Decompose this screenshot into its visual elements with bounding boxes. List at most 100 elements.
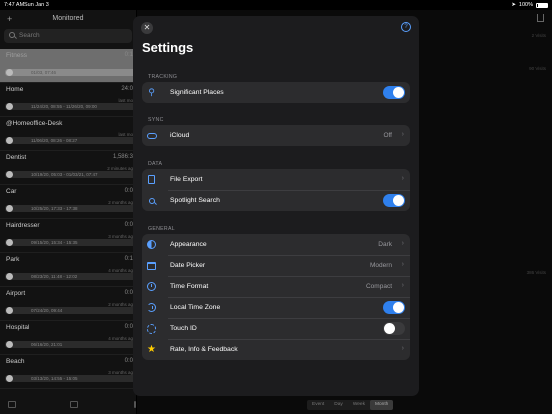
row-detail: Modern xyxy=(369,262,392,269)
row-label: iCloud xyxy=(170,132,190,139)
list-item[interactable]: Car 0:0 2 months ag 10/25/20, 17:33 - 17… xyxy=(0,185,136,219)
significant-places-toggle[interactable] xyxy=(383,86,405,99)
row-label: File Export xyxy=(170,176,203,183)
list-item[interactable]: Hairdresser 0:0 3 months ag 09/15/20, 15… xyxy=(0,219,136,253)
help-button[interactable]: ? xyxy=(401,22,411,32)
place-name: Park xyxy=(6,256,20,263)
chart-icon[interactable] xyxy=(70,401,78,408)
chevron-right-icon: › xyxy=(401,240,404,247)
place-duration: 0:0 xyxy=(124,188,133,194)
close-button[interactable]: ✕ xyxy=(141,22,153,34)
row-rate-info-feedback[interactable]: ★ Rate, Info & Feedback › xyxy=(142,339,410,360)
status-date: Sun Jan 3 xyxy=(24,2,49,8)
place-dates: 03/13/20, 14:55 - 15:05 xyxy=(31,376,78,381)
appearance-icon xyxy=(145,238,158,251)
list-item[interactable]: Airport 0:0 2 months ag 07/24/20, 09:44 xyxy=(0,287,136,321)
upload-icon[interactable] xyxy=(8,401,16,408)
row-label: Appearance xyxy=(170,241,207,248)
row-local-time-zone[interactable]: Local Time Zone xyxy=(142,297,410,318)
list-item[interactable]: Home 24:0 last mo 11/24/20, 08:55 - 11/2… xyxy=(0,83,136,117)
visits-label: 386 Visits xyxy=(526,270,546,275)
row-label: Rate, Info & Feedback xyxy=(170,346,238,353)
place-duration: 0:1 xyxy=(124,52,133,58)
place-name: Car xyxy=(6,188,17,195)
place-name: Dentist xyxy=(6,154,27,161)
list-item[interactable]: Beach 0:0 3 months ag 03/13/20, 14:55 - … xyxy=(0,355,136,389)
place-duration: 1,586:3 xyxy=(112,154,133,160)
row-label: Spotlight Search xyxy=(170,197,220,204)
touch-id-toggle[interactable] xyxy=(383,322,405,335)
place-range-bar: 10/19/20, 05:03 - 01/03/21, 07:47 xyxy=(5,171,136,178)
tracking-group: ⚲ Significant Places xyxy=(142,82,410,103)
magnifier-icon xyxy=(145,194,158,207)
row-icloud[interactable]: iCloud Off › xyxy=(142,125,410,146)
segment-event[interactable]: Event xyxy=(307,400,329,410)
calendar-icon xyxy=(145,259,158,272)
status-bar: 7:47 AM Sun Jan 3 ➤ 100% xyxy=(0,0,552,10)
list-item[interactable]: Fitness 0:1 01/03, 07:46 xyxy=(0,49,136,83)
page-title: Settings xyxy=(142,40,194,55)
segment-week[interactable]: Week xyxy=(348,400,370,410)
row-label: Local Time Zone xyxy=(170,304,221,311)
sidebar-title: Monitored xyxy=(52,15,84,22)
place-name: Fitness xyxy=(6,52,27,59)
sync-group: iCloud Off › xyxy=(142,125,410,146)
row-time-format[interactable]: Time Format Compact › xyxy=(142,276,410,297)
place-name: Beach xyxy=(6,358,25,365)
chevron-right-icon: › xyxy=(401,282,404,289)
list-item[interactable]: @Homeoffice-Desk last mo 11/06/20, 08:26… xyxy=(0,117,136,151)
segment-day[interactable]: Day xyxy=(329,400,348,410)
sidebar: + Monitored Search Fitness 0:1 01/03, 07… xyxy=(0,10,136,414)
status-right: ➤ 100% xyxy=(511,2,548,8)
row-detail: Dark xyxy=(378,241,392,248)
place-name: Hospital xyxy=(6,324,30,331)
history-icon xyxy=(145,301,158,314)
chevron-icon xyxy=(6,171,13,178)
segment-month[interactable]: Month xyxy=(370,400,394,410)
place-dates: 10/19/20, 05:03 - 01/03/21, 07:47 xyxy=(31,172,98,177)
place-dates: 11/06/20, 08:26 - 08:27 xyxy=(31,138,78,143)
search-input[interactable]: Search xyxy=(4,29,132,43)
row-date-picker[interactable]: Date Picker Modern › xyxy=(142,255,410,276)
columns-icon[interactable] xyxy=(134,401,136,408)
chevron-icon xyxy=(6,307,13,314)
row-spotlight-search[interactable]: Spotlight Search xyxy=(142,190,410,211)
row-label: Date Picker xyxy=(170,262,206,269)
help-icon: ? xyxy=(404,24,408,30)
battery-percent: 100% xyxy=(518,2,533,8)
row-detail: Compact xyxy=(365,283,392,290)
local-time-zone-toggle[interactable] xyxy=(383,301,405,314)
chevron-icon xyxy=(6,375,13,382)
chevron-right-icon: › xyxy=(401,261,404,268)
place-duration: 0:0 xyxy=(124,358,133,364)
spotlight-search-toggle[interactable] xyxy=(383,194,405,207)
place-range-bar: 09/15/20, 15:34 - 15:35 xyxy=(5,239,136,246)
place-range-bar: 01/03, 07:46 xyxy=(5,69,136,76)
settings-modal: ✕ ? Settings TRACKING ⚲ Significant Plac… xyxy=(133,16,419,396)
place-duration: 0:0 xyxy=(124,222,133,228)
share-icon[interactable] xyxy=(537,14,544,22)
list-item[interactable]: Dentist 1,586:3 2 minutes ag 10/19/20, 0… xyxy=(0,151,136,185)
list-item[interactable]: Hospital 0:0 4 months ag 06/16/20, 21:01 xyxy=(0,321,136,355)
place-dates: 10/25/20, 17:33 - 17:38 xyxy=(31,206,78,211)
sidebar-toolbar xyxy=(0,396,136,414)
chevron-icon xyxy=(6,239,13,246)
place-dates: 06/16/20, 21:01 xyxy=(31,342,63,347)
list-item[interactable]: Park 0:1 4 months ag 08/23/20, 11:48 - 1… xyxy=(0,253,136,287)
location-icon: ➤ xyxy=(511,2,516,8)
search-icon xyxy=(9,32,15,38)
status-time: 7:47 AM xyxy=(4,2,25,8)
place-duration: 0:0 xyxy=(124,324,133,330)
close-icon: ✕ xyxy=(143,23,151,32)
place-dates: 08/23/20, 11:48 - 12:02 xyxy=(31,274,78,279)
place-range-bar: 06/16/20, 21:01 xyxy=(5,341,136,348)
place-name: Hairdresser xyxy=(6,222,40,229)
row-appearance[interactable]: Appearance Dark › xyxy=(142,234,410,255)
row-file-export[interactable]: File Export › xyxy=(142,169,410,190)
row-significant-places[interactable]: ⚲ Significant Places xyxy=(142,82,410,103)
range-segmented-control: Event Day Week Month xyxy=(307,400,394,410)
place-range-bar: 11/24/20, 08:55 - 11/26/20, 09:00 xyxy=(5,103,136,110)
row-label: Touch ID xyxy=(170,325,197,332)
row-touch-id[interactable]: Touch ID xyxy=(142,318,410,339)
section-label-sync: SYNC xyxy=(148,117,164,123)
